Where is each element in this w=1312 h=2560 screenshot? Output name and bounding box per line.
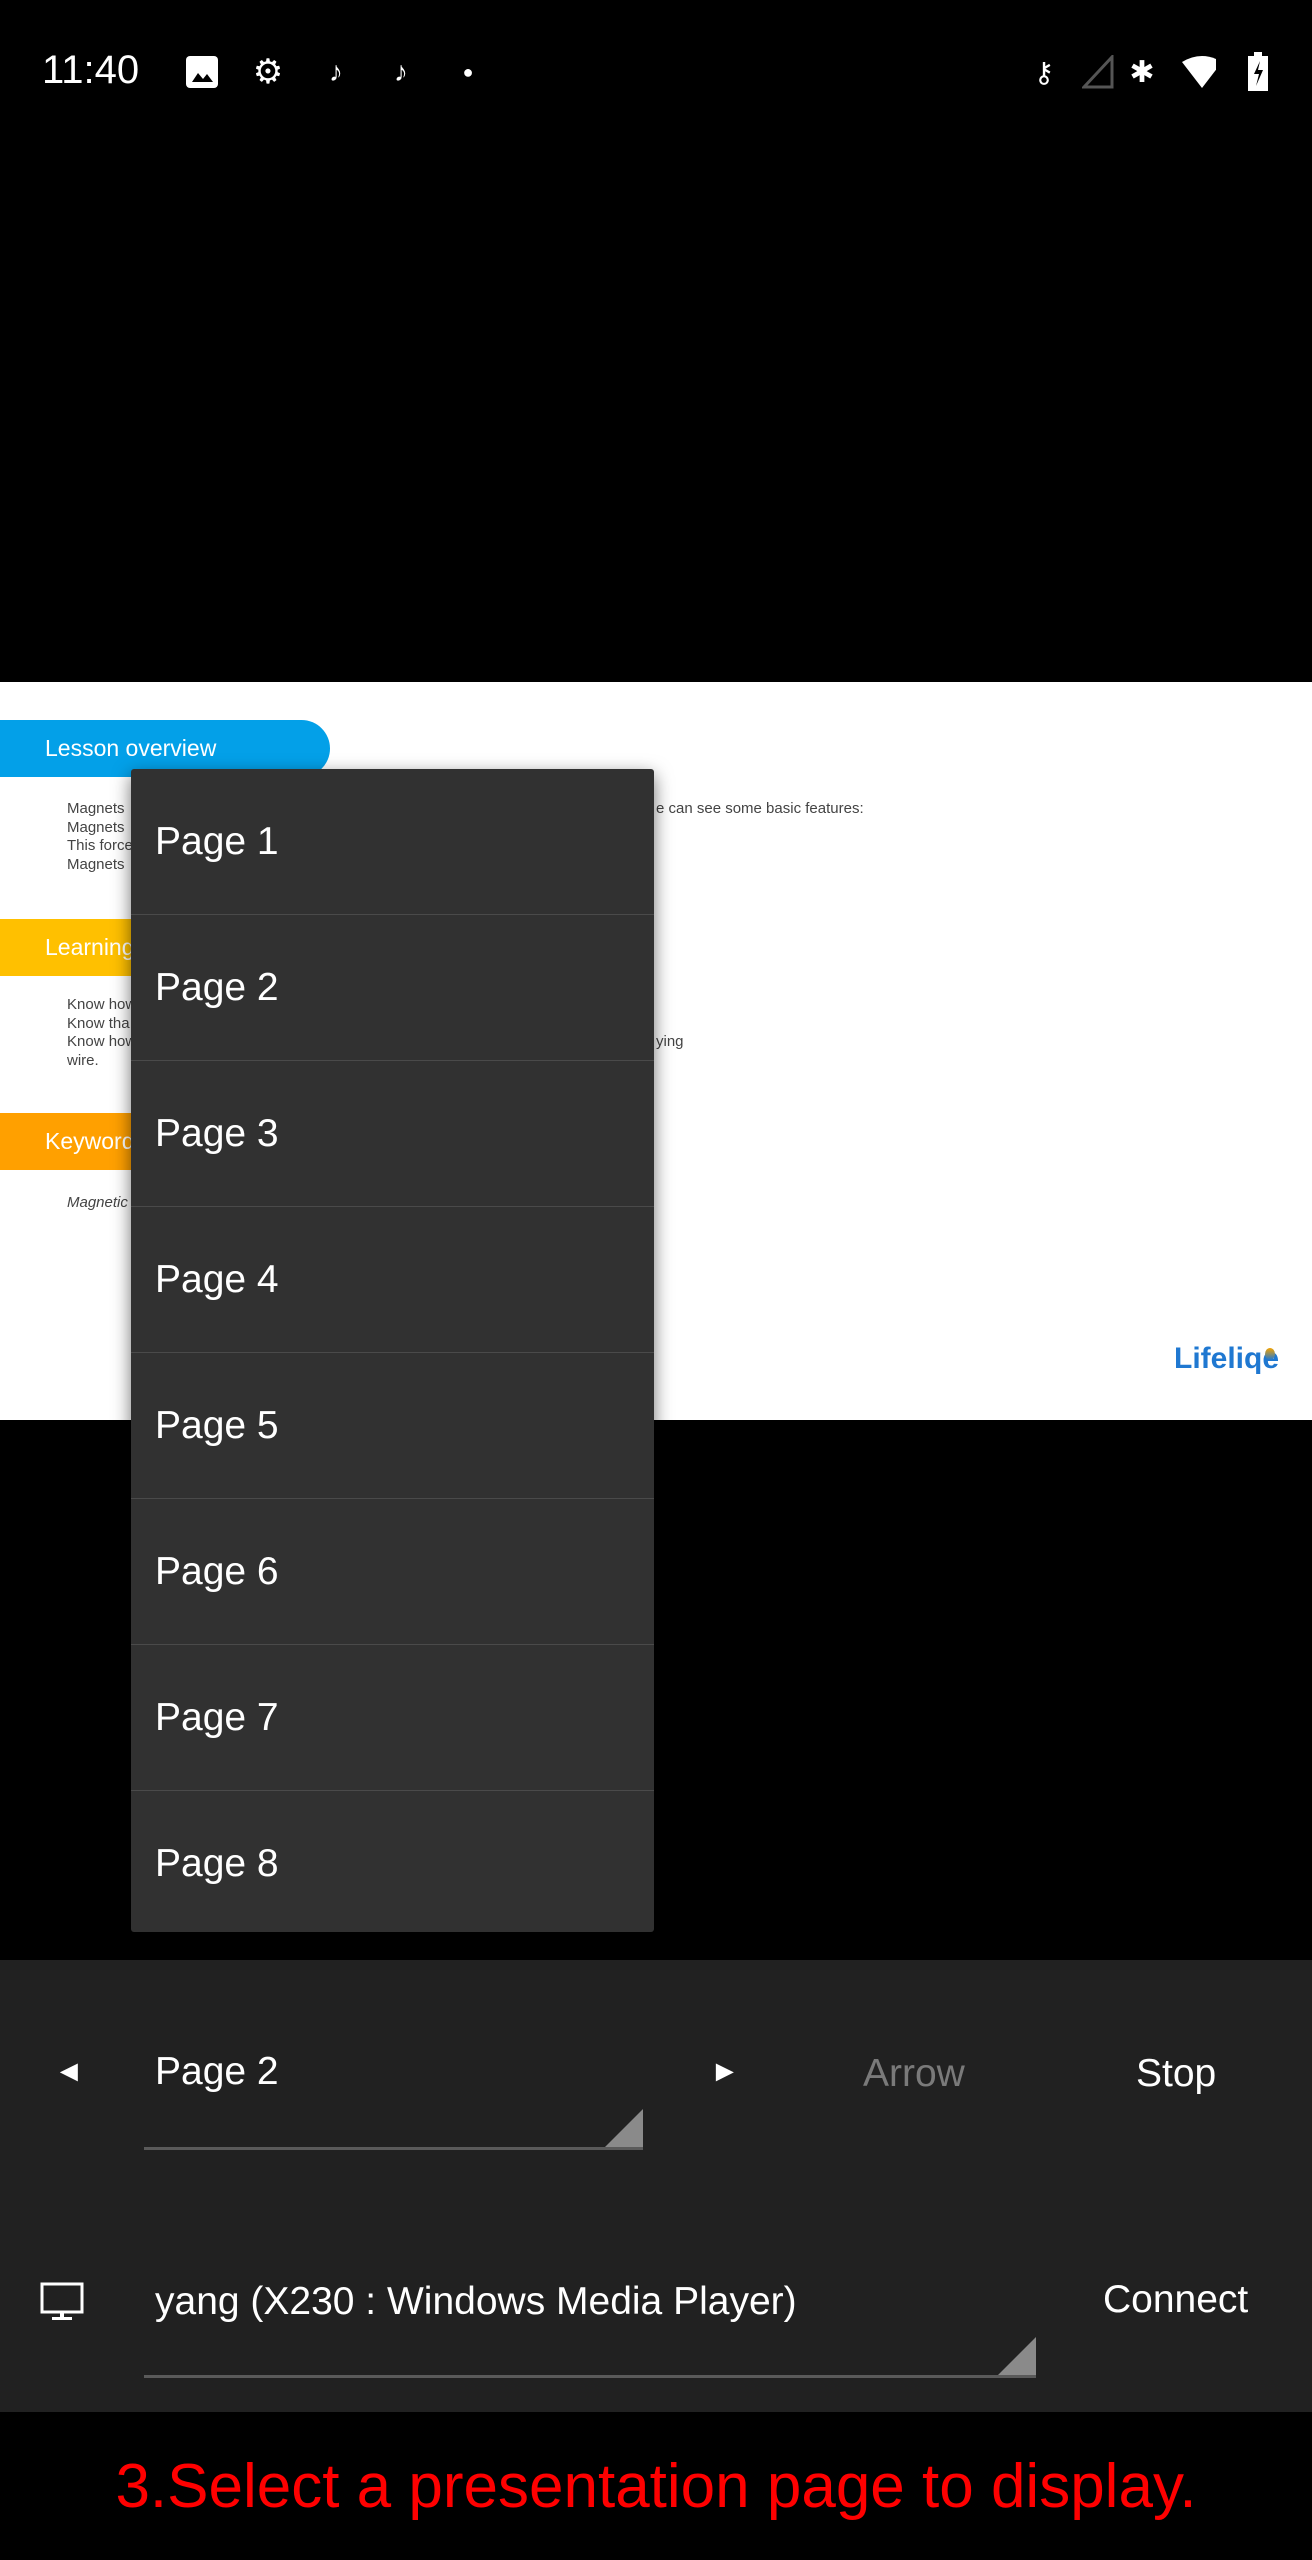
dropdown-item-page-8[interactable]: Page 8 [131,1791,654,1932]
text-line: wire. [67,1051,99,1069]
tiktok-icon: ♪ [329,56,343,87]
text-line: Know how [67,996,137,1013]
wifi-icon [1180,52,1216,92]
selected-page: Page 2 [155,2050,279,2093]
overview-text-right: e can see some basic features: [656,800,864,817]
dropdown-triangle-icon [998,2337,1036,2375]
previous-page-button[interactable]: ◄ [54,2055,84,2089]
text-line: Magnets [67,800,125,817]
dropdown-item-page-3[interactable]: Page 3 [131,1061,654,1207]
learning-text: Know how Know tha Know how wire. [67,996,136,1070]
next-page-button[interactable]: ► [710,2055,740,2089]
text-line: Magnets [67,818,125,836]
logo-mark-icon [1265,1348,1275,1360]
page-dropdown-menu: Page 1 Page 2 Page 3 Page 4 Page 5 Page … [131,769,654,1932]
device-spinner[interactable]: yang (X230 : Windows Media Player) [144,2256,1036,2378]
dropdown-item-page-6[interactable]: Page 6 [131,1499,654,1645]
stop-button[interactable]: Stop [1136,2052,1216,2096]
keyword-text: Magnetic [67,1194,128,1211]
dropdown-item-page-5[interactable]: Page 5 [131,1353,654,1499]
dropdown-item-page-2[interactable]: Page 2 [131,915,654,1061]
overview-text: Magnets Magnets This force Magnets [67,800,133,874]
text-line: This force [67,837,133,854]
dropdown-item-page-1[interactable]: Page 1 [131,769,654,915]
clock: 11:40 [42,48,140,92]
text-line: Know how [67,1033,137,1050]
cell-signal-icon [1080,52,1116,92]
dot-icon: ● [462,61,474,82]
tiktok-icon: ♪ [394,56,408,87]
lifeliqe-logo: Lifeliqe [1174,1342,1280,1375]
dropdown-triangle-icon [605,2109,643,2147]
text-line: Magnets [67,855,125,873]
arrow-button[interactable]: Arrow [863,2052,965,2096]
connect-button[interactable]: Connect [1103,2278,1248,2322]
control-panel: ◄ Page 2 ► Arrow Stop yang (X230 : Windo… [0,1960,1312,2412]
selected-device: yang (X230 : Windows Media Player) [155,2280,797,2323]
page-spinner[interactable]: Page 2 [144,2030,643,2150]
bluetooth-icon: ✱ [1129,55,1155,89]
image-icon [184,52,220,92]
learning-text-right: ying [656,1033,684,1050]
monitor-icon [40,2282,86,2327]
battery-charging-icon [1240,52,1276,92]
vpn-key-icon: ⚷ [1033,56,1055,88]
dropdown-item-page-4[interactable]: Page 4 [131,1207,654,1353]
dropdown-item-page-7[interactable]: Page 7 [131,1645,654,1791]
text-line: Know tha [67,1014,130,1032]
settings-gear-icon: ⚙ [252,53,284,91]
instruction-caption: 3.Select a presentation page to display. [115,2451,1197,2521]
status-bar: 11:40 ⚙ ♪ ♪ ● ⚷ ✱ [0,0,1312,140]
